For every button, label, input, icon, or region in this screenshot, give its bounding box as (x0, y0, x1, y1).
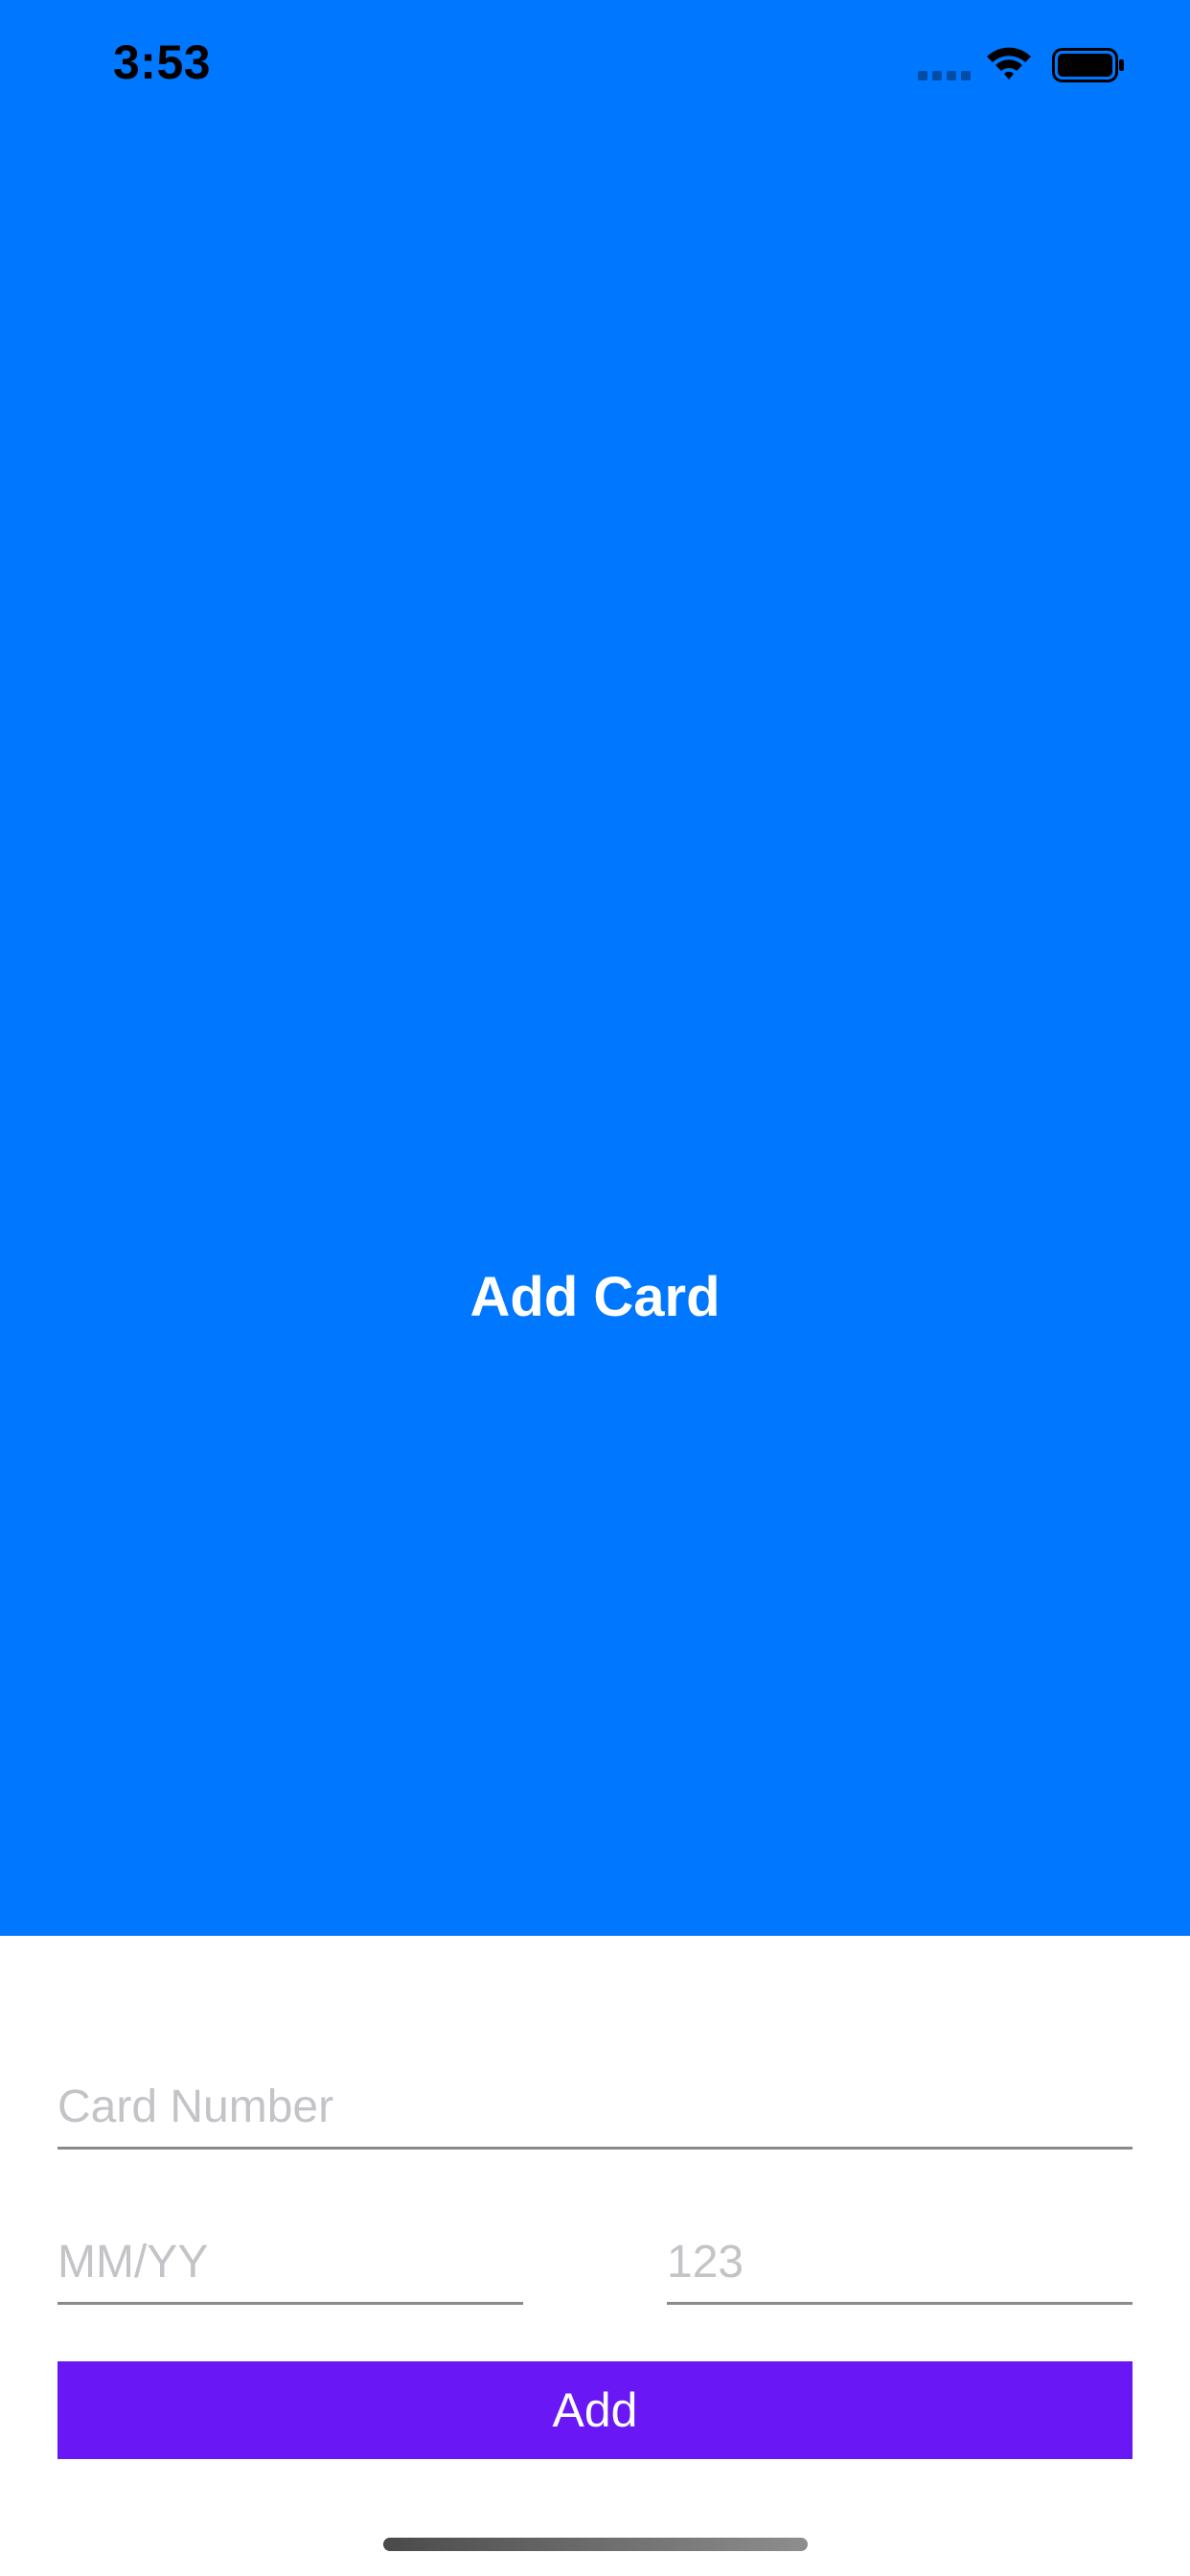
card-number-field[interactable] (57, 2068, 1133, 2150)
home-indicator[interactable] (383, 2538, 808, 2551)
expiry-input[interactable] (57, 2236, 523, 2288)
card-number-input[interactable] (57, 2081, 1133, 2133)
expiry-field[interactable] (57, 2223, 523, 2305)
cvc-input[interactable] (667, 2236, 1133, 2288)
add-card-screen: 3:53 Add Card Card Number MM/YY 123 Add (0, 0, 1190, 2576)
status-time: 3:53 (113, 35, 212, 89)
card-preview-area: 3:53 Add Card (0, 0, 1190, 1936)
cvc-field[interactable] (667, 2223, 1133, 2305)
battery-icon (1052, 48, 1124, 82)
add-button[interactable]: Add (57, 2361, 1133, 2459)
signal-icon (918, 71, 972, 80)
add-card-title: Add Card (469, 1266, 721, 1328)
wifi-icon (987, 47, 1031, 80)
status-bar: 3:53 (0, 0, 1190, 126)
